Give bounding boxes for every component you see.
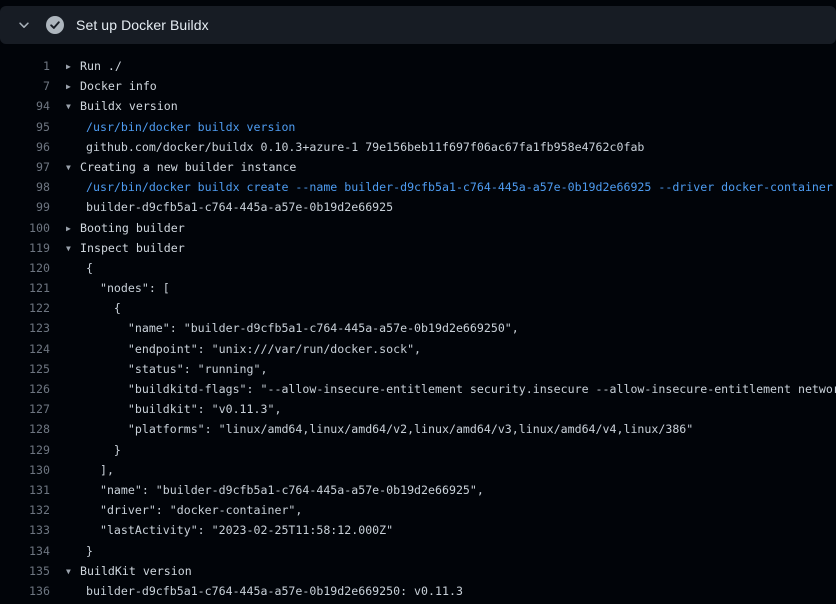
line-number[interactable]: 135 [0,561,50,581]
log-line: 126 "buildkitd-flags": "--allow-insecure… [0,379,836,399]
log-line: 120 { [0,258,836,278]
group-toggle-icon[interactable]: ▼ [66,97,80,116]
log-text[interactable]: ▼BuildKit version [66,561,192,581]
log-text: "buildkitd-flags": "--allow-insecure-ent… [66,379,836,399]
log-line: 7 ▶Docker info [0,76,836,96]
log-line: 127 "buildkit": "v0.11.3", [0,399,836,419]
log-line: 136 builder-d9cfb5a1-c764-445a-a57e-0b19… [0,581,836,601]
line-number[interactable]: 124 [0,339,50,359]
line-number[interactable]: 97 [0,157,50,177]
line-number[interactable]: 134 [0,541,50,561]
log-text: "status": "running", [66,359,267,379]
line-number[interactable]: 7 [0,76,50,96]
line-number[interactable]: 96 [0,137,50,157]
line-number[interactable]: 121 [0,278,50,298]
log-text[interactable]: ▶Docker info [66,76,157,96]
check-circle-icon [46,16,64,34]
line-number[interactable]: 98 [0,177,50,197]
log-text: "lastActivity": "2023-02-25T11:58:12.000… [66,520,393,540]
line-number[interactable]: 127 [0,399,50,419]
log-text: github.com/docker/buildx 0.10.3+azure-1 … [66,137,644,157]
line-number[interactable]: 129 [0,440,50,460]
log-text: } [66,541,93,561]
log-text: "name": "builder-d9cfb5a1-c764-445a-a57e… [66,480,484,500]
log-text: "endpoint": "unix:///var/run/docker.sock… [66,339,421,359]
line-number[interactable]: 122 [0,298,50,318]
actions-log-viewer: Set up Docker Buildx 1 ▶Run ./ 7 ▶Docker… [0,6,836,604]
log-line: 96 github.com/docker/buildx 0.10.3+azure… [0,137,836,157]
log-text: "buildkit": "v0.11.3", [66,399,281,419]
line-number[interactable]: 95 [0,117,50,137]
line-number[interactable]: 1 [0,56,50,76]
line-number[interactable]: 99 [0,197,50,217]
log-line: 134 } [0,541,836,561]
log-text: { [66,258,93,278]
log-line: 1 ▶Run ./ [0,56,836,76]
log-line: 94 ▼Buildx version [0,96,836,116]
log-line: 122 { [0,298,836,318]
step-title: Set up Docker Buildx [76,17,209,33]
line-number[interactable]: 128 [0,419,50,439]
log-text: } [66,440,121,460]
log-line: 132 "driver": "docker-container", [0,500,836,520]
log-text: "name": "builder-d9cfb5a1-c764-445a-a57e… [66,318,519,338]
line-number[interactable]: 136 [0,581,50,601]
log-line: 129 } [0,440,836,460]
log-line: 119 ▼Inspect builder [0,238,836,258]
log-text: builder-d9cfb5a1-c764-445a-a57e-0b19d2e6… [66,197,393,217]
log-line: 97 ▼Creating a new builder instance [0,157,836,177]
log-line: 99 builder-d9cfb5a1-c764-445a-a57e-0b19d… [0,197,836,217]
log-text: /usr/bin/docker buildx version [66,117,295,137]
log-text: builder-d9cfb5a1-c764-445a-a57e-0b19d2e6… [66,581,463,601]
group-toggle-icon[interactable]: ▼ [66,562,80,581]
log-text[interactable]: ▶Run ./ [66,56,122,76]
chevron-down-icon[interactable] [16,17,32,33]
log-text: "platforms": "linux/amd64,linux/amd64/v2… [66,419,693,439]
log-text[interactable]: ▶Booting builder [66,218,185,238]
line-number[interactable]: 133 [0,520,50,540]
group-toggle-icon[interactable]: ▶ [66,57,80,76]
log-text[interactable]: ▼Creating a new builder instance [66,157,296,177]
log-text: "driver": "docker-container", [66,500,302,520]
group-toggle-icon[interactable]: ▶ [66,219,80,238]
log-line: 121 "nodes": [ [0,278,836,298]
log-line: 124 "endpoint": "unix:///var/run/docker.… [0,339,836,359]
group-toggle-icon[interactable]: ▼ [66,158,80,177]
log-text: /usr/bin/docker buildx create --name bui… [66,177,833,197]
log-text: ], [66,460,114,480]
group-toggle-icon[interactable]: ▶ [66,77,80,96]
log-line: 130 ], [0,460,836,480]
line-number[interactable]: 100 [0,218,50,238]
line-number[interactable]: 132 [0,500,50,520]
log-text[interactable]: ▼Inspect builder [66,238,185,258]
line-number[interactable]: 125 [0,359,50,379]
log-line: 100 ▶Booting builder [0,218,836,238]
log-line: 133 "lastActivity": "2023-02-25T11:58:12… [0,520,836,540]
log-line: 123 "name": "builder-d9cfb5a1-c764-445a-… [0,318,836,338]
log-line: 135 ▼BuildKit version [0,561,836,581]
step-header[interactable]: Set up Docker Buildx [0,6,836,44]
line-number[interactable]: 126 [0,379,50,399]
log-text[interactable]: ▼Buildx version [66,96,178,116]
line-number[interactable]: 119 [0,238,50,258]
log-text: "nodes": [ [66,278,170,298]
line-number[interactable]: 131 [0,480,50,500]
line-number[interactable]: 94 [0,96,50,116]
log-line: 95 /usr/bin/docker buildx version [0,117,836,137]
log-body: 1 ▶Run ./ 7 ▶Docker info 94 ▼Buildx vers… [0,44,836,601]
line-number[interactable]: 120 [0,258,50,278]
log-text: { [66,298,121,318]
log-line: 131 "name": "builder-d9cfb5a1-c764-445a-… [0,480,836,500]
line-number[interactable]: 123 [0,318,50,338]
group-toggle-icon[interactable]: ▼ [66,239,80,258]
line-number[interactable]: 130 [0,460,50,480]
log-line: 98 /usr/bin/docker buildx create --name … [0,177,836,197]
log-line: 128 "platforms": "linux/amd64,linux/amd6… [0,419,836,439]
log-line: 125 "status": "running", [0,359,836,379]
